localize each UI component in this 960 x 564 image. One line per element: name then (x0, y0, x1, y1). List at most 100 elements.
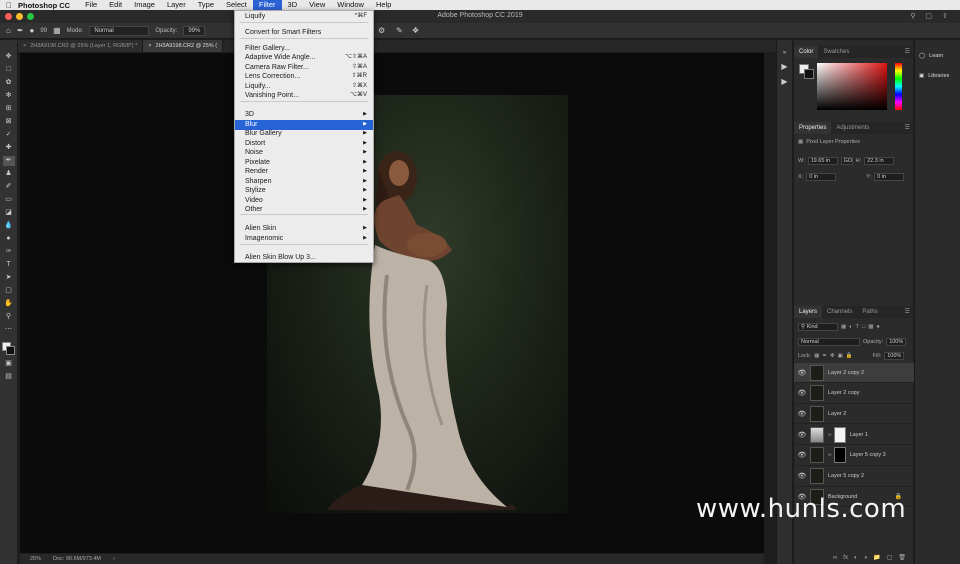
filter-menu-item-convert-for-smart-filters[interactable]: Convert for Smart Filters (235, 28, 373, 38)
filter-menu-item-3d[interactable]: 3D ▶ (235, 110, 373, 120)
new-layer-icon[interactable]: ▢ (887, 554, 893, 561)
filter-menu-item-alien-skin-blow-up-3[interactable]: Alien Skin Blow Up 3... (235, 253, 373, 263)
chain-link-icon[interactable]: ∞ (828, 432, 832, 438)
adjustment-layer-icon[interactable]: ◑ (864, 555, 868, 561)
filter-menu-item-other[interactable]: Other ▶ (235, 205, 373, 215)
layer-row[interactable]: 👁 Layer 2 (794, 404, 914, 425)
collapse-panels-icon[interactable]: » (783, 50, 786, 56)
history-icon[interactable]: ▶ (781, 77, 787, 86)
symmetry-icon[interactable]: ❖ (412, 26, 419, 35)
healing-brush-tool-icon[interactable]: ✚ (3, 143, 15, 153)
lock-artboard-icon[interactable]: ▣ (838, 353, 843, 359)
home-icon[interactable]: ⌂ (6, 26, 11, 35)
learn-button[interactable]: ◯ Learn (919, 53, 943, 59)
filter-smart-icon[interactable]: ▩ (868, 324, 873, 330)
panel-menu-icon[interactable]: ☰ (905, 122, 910, 134)
filter-pixel-icon[interactable]: ▦ (841, 324, 846, 330)
libraries-button[interactable]: ▣ Libraries (919, 73, 949, 79)
tab-channels[interactable]: Channels (822, 306, 857, 318)
brush-tool-preset-icon[interactable]: ✒ (17, 26, 24, 35)
path-selection-tool-icon[interactable]: ➤ (3, 273, 15, 283)
menu-filter[interactable]: Filter (252, 0, 282, 10)
brush-panel-icon[interactable]: ▦ (53, 26, 61, 35)
tab-properties[interactable]: Properties (794, 122, 832, 134)
add-mask-icon[interactable]: ◐ (854, 555, 858, 561)
menu-type[interactable]: Type (192, 0, 220, 10)
filter-menu-item-vanishing-point[interactable]: Vanishing Point... ⌥⌘V (235, 91, 373, 101)
clone-stamp-tool-icon[interactable]: ♟ (3, 169, 15, 179)
quick-mask-icon[interactable]: ▣ (3, 359, 15, 369)
layer-opacity-field[interactable]: 100% (886, 338, 907, 346)
new-group-icon[interactable]: 📁 (873, 554, 880, 561)
menu-window[interactable]: Window (331, 0, 370, 10)
mode-select[interactable]: Normal (89, 25, 150, 36)
filter-menu-item-liquify[interactable]: Liquify ^⌘F (235, 12, 373, 22)
layer-name[interactable]: Layer 5 copy 3 (850, 452, 886, 458)
filter-shape-icon[interactable]: □ (862, 324, 865, 330)
apple-icon[interactable]:  (0, 1, 18, 10)
layer-mask-thumbnail[interactable] (833, 426, 846, 443)
app-menu[interactable]: Photoshop CC (18, 1, 70, 10)
layer-name[interactable]: Layer 1 (850, 432, 868, 438)
chain-link-icon[interactable]: ∞ (828, 452, 832, 458)
layer-name[interactable]: Layer 2 copy (828, 390, 860, 396)
layer-name[interactable]: Layer 5 copy 2 (828, 473, 864, 479)
panel-menu-icon[interactable]: ☰ (905, 46, 910, 58)
history-brush-tool-icon[interactable]: ✐ (3, 182, 15, 192)
close-tab-icon[interactable]: × (148, 43, 151, 49)
tab-layers[interactable]: Layers (794, 306, 823, 318)
filter-type-icon[interactable]: T (856, 324, 859, 330)
tab-paths[interactable]: Paths (857, 306, 882, 318)
layer-row[interactable]: 👁 ∞ Layer 5 copy 3 (794, 446, 914, 466)
lock-position-icon[interactable]: ✥ (830, 353, 835, 359)
brush-tool-icon[interactable]: ✒ (2, 156, 15, 166)
layer-name[interactable]: Layer 2 (828, 411, 846, 417)
menu-file[interactable]: File (79, 0, 103, 10)
filter-menu-item-adaptive-wide-angle[interactable]: Adaptive Wide Angle... ⌥⇧⌘A (235, 53, 373, 63)
eraser-tool-icon[interactable]: ▭ (3, 195, 15, 205)
fx-icon[interactable]: fx (843, 555, 848, 561)
layer-kind-filter[interactable]: ⚲ Kind (798, 323, 838, 331)
share-icon[interactable]: ⇧ (942, 12, 948, 20)
height-field[interactable]: 22.3 in (864, 157, 895, 165)
lock-all-icon[interactable]: 🔒 (846, 353, 853, 359)
x-field[interactable]: 0 in (806, 173, 837, 181)
lasso-tool-icon[interactable]: ✿ (3, 78, 15, 88)
zoom-tool-icon[interactable]: ⚲ (3, 312, 15, 322)
dodge-tool-icon[interactable]: ● (3, 234, 15, 244)
lock-image-icon[interactable]: ✒ (822, 353, 827, 359)
screen-mode-icon[interactable]: ▤ (3, 372, 15, 382)
trash-icon[interactable]: 🗑 (898, 554, 906, 561)
doc-size-info[interactable]: Doc: 90.6M/973.4M (53, 556, 101, 562)
hand-tool-icon[interactable]: ✋ (3, 299, 15, 309)
frame-tool-icon[interactable]: ⊠ (3, 117, 15, 127)
filter-menu-item-noise[interactable]: Noise ▶ (235, 148, 373, 158)
pressure-icon[interactable]: ✎ (396, 26, 403, 35)
fill-field[interactable]: 100% (884, 352, 905, 360)
canvas-area[interactable] (20, 53, 764, 553)
marquee-tool-icon[interactable]: □ (3, 65, 15, 75)
blur-tool-icon[interactable]: 💧 (3, 221, 15, 231)
filter-menu-item-lens-correction[interactable]: Lens Correction... ⇧⌘R (235, 72, 373, 82)
blend-mode-select[interactable]: Normal (798, 338, 860, 346)
width-field[interactable]: 19.65 in (807, 157, 838, 165)
workspace-icon[interactable]: ▢ (926, 12, 933, 20)
opacity-field[interactable]: 99% (183, 25, 206, 36)
layer-row[interactable]: 👁 Layer 5 copy 2 (794, 467, 914, 487)
filter-toggle-icon[interactable]: ● (876, 324, 879, 330)
rectangle-tool-icon[interactable]: ▢ (3, 286, 15, 296)
visibility-eye-icon[interactable]: 👁 (794, 410, 810, 418)
layer-name[interactable]: Layer 2 copy 2 (828, 370, 864, 376)
background-color-swatch[interactable] (5, 346, 15, 355)
status-arrow-icon[interactable]: › (113, 556, 115, 562)
filter-menu-item-alien-skin[interactable]: Alien Skin ▶ (235, 224, 373, 234)
link-dimensions-button[interactable]: GO (840, 157, 853, 165)
menu-3d[interactable]: 3D (282, 0, 304, 10)
zoom-level[interactable]: 25% (30, 556, 41, 562)
close-tab-icon[interactable]: × (23, 43, 26, 49)
visibility-eye-icon[interactable]: 👁 (794, 472, 810, 480)
menu-view[interactable]: View (303, 0, 331, 10)
actions-icon[interactable]: ▶ (781, 62, 787, 71)
lock-transparent-icon[interactable]: ▦ (814, 353, 819, 359)
menu-layer[interactable]: Layer (161, 0, 192, 10)
